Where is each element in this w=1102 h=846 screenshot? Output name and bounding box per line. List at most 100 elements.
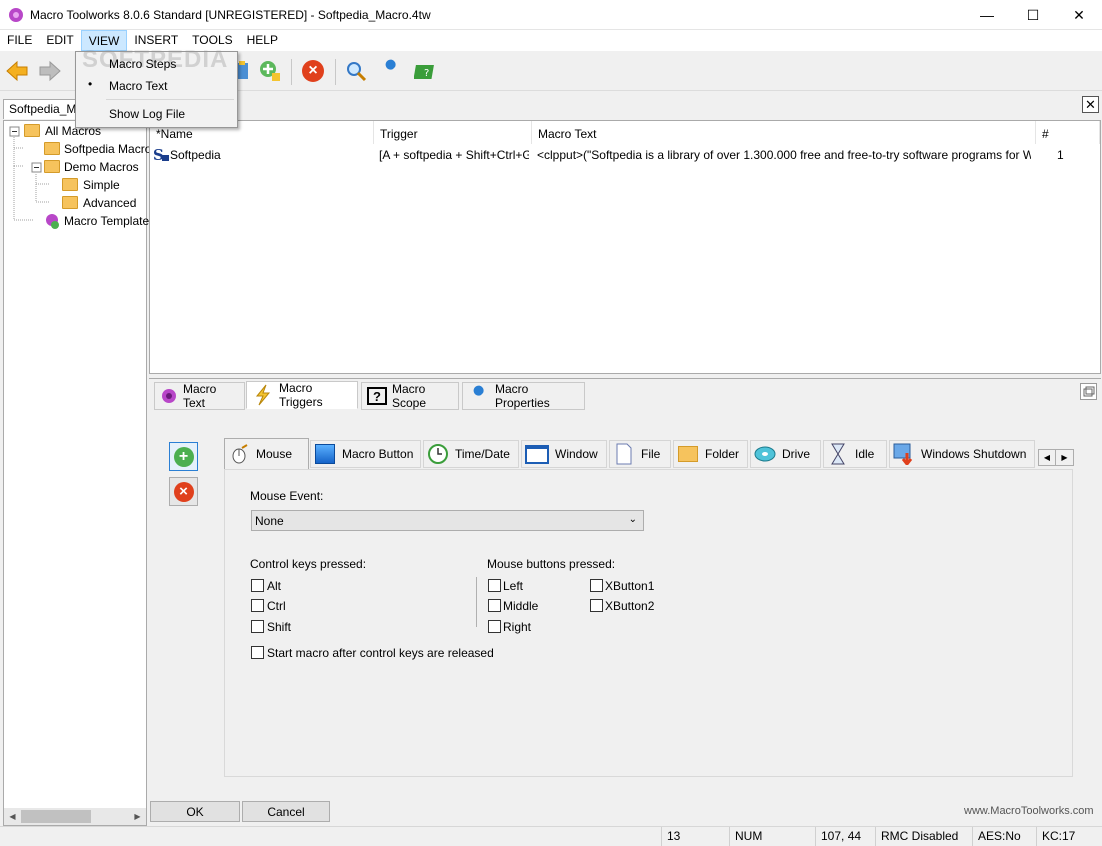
tree-item-softpedia-macros[interactable]: Softpedia Macros: [64, 142, 157, 156]
menu-file[interactable]: FILE: [0, 30, 39, 51]
templates-icon: [44, 213, 60, 229]
column-header-count[interactable]: #: [1036, 121, 1100, 144]
right-button-checkbox[interactable]: [488, 620, 501, 633]
cell-count[interactable]: 1: [1057, 148, 1077, 162]
close-pane-button[interactable]: ✕: [1082, 96, 1099, 113]
shift-label: Shift: [267, 620, 292, 634]
start-after-release-label: Start macro after control keys are relea…: [267, 646, 494, 660]
xbutton1-checkbox[interactable]: [590, 579, 603, 592]
alt-checkbox[interactable]: [251, 579, 264, 592]
trigger-tab-windows-shutdown[interactable]: Windows Shutdown: [889, 440, 1035, 468]
delete-icon[interactable]: ×: [299, 57, 327, 85]
mouse-event-label: Mouse Event:: [250, 489, 324, 503]
macro-list: *Name Trigger Macro Text # S Softpedia […: [149, 120, 1101, 374]
back-arrow-icon[interactable]: [3, 57, 31, 85]
tab-macro-scope[interactable]: ? Macro Scope: [361, 382, 459, 410]
file-icon: [613, 443, 635, 465]
column-header-macro-text[interactable]: Macro Text: [532, 121, 1036, 144]
softpedia-s-icon: S: [153, 146, 169, 164]
cell-name[interactable]: Softpedia: [170, 148, 370, 162]
question-box-icon: ?: [366, 385, 388, 407]
status-rmc: RMC Disabled: [875, 827, 972, 846]
website-link[interactable]: www.MacroToolworks.com: [964, 805, 1094, 817]
trigger-tab-time-date[interactable]: Time/Date: [423, 440, 519, 468]
status-bar: 13 NUM 107, 44 RMC Disabled AES:No KC:17: [0, 826, 1102, 846]
tab-label: Drive: [782, 447, 811, 461]
menu-item-macro-text[interactable]: Macro Text: [109, 79, 167, 93]
tree-item-macro-templates[interactable]: Macro Templates: [64, 214, 155, 228]
status-kc: KC:17: [1036, 827, 1102, 846]
cancel-button[interactable]: Cancel: [242, 801, 330, 822]
hourglass-icon: [827, 443, 849, 465]
divider: [476, 577, 477, 627]
file-tab[interactable]: Softpedia_Macro.4tw: [3, 99, 83, 119]
menu-help[interactable]: HELP: [240, 30, 285, 51]
tab-label: Macro Button: [342, 447, 414, 461]
trigger-tab-file[interactable]: File: [609, 440, 671, 468]
menu-edit[interactable]: EDIT: [39, 30, 80, 51]
alt-label: Alt: [267, 579, 282, 593]
macro-details-pane: Macro Text Macro Triggers ? Macro Scope …: [149, 378, 1101, 826]
mouse-trigger-form: Mouse Event: None ⌄ Control keys pressed…: [224, 469, 1073, 777]
status-aes: AES:No: [972, 827, 1036, 846]
tab-macro-properties[interactable]: Macro Properties: [462, 382, 585, 410]
tab-scroll-arrows[interactable]: ◀ ▶: [1038, 449, 1074, 466]
ctrl-label: Ctrl: [267, 599, 286, 613]
disc-icon: [754, 443, 776, 465]
chevron-down-icon: ⌄: [628, 514, 637, 525]
maximize-button[interactable]: ☐: [1010, 0, 1056, 30]
ok-button[interactable]: OK: [150, 801, 240, 822]
menu-item-show-log-file[interactable]: Show Log File: [109, 107, 185, 121]
help-book-icon[interactable]: ?: [412, 57, 440, 85]
cell-macro-text[interactable]: <clpput>("Softpedia is a library of over…: [537, 148, 1031, 162]
tab-label: File: [641, 447, 661, 461]
right-arrow-icon[interactable]: ▶: [1056, 450, 1073, 465]
trigger-tab-macro-button[interactable]: Macro Button: [310, 440, 421, 468]
tree-item-advanced[interactable]: Advanced: [83, 196, 136, 210]
xbutton2-checkbox[interactable]: [590, 599, 603, 612]
toolbar-separator: [335, 59, 336, 85]
minimize-button[interactable]: —: [964, 0, 1010, 30]
tab-macro-triggers[interactable]: Macro Triggers: [246, 381, 358, 409]
tab-label: Macro Text: [183, 382, 217, 410]
remove-trigger-button[interactable]: ×: [169, 477, 198, 506]
mouse-icon: [228, 443, 250, 465]
svg-text:?: ?: [424, 68, 429, 79]
wrench-icon[interactable]: [377, 57, 405, 85]
mouse-event-select[interactable]: None ⌄: [251, 510, 644, 531]
title-bar: Macro Toolworks 8.0.6 Standard [UNREGIST…: [0, 0, 1102, 30]
forward-arrow-icon[interactable]: [36, 57, 64, 85]
search-icon[interactable]: [342, 57, 370, 85]
add-trigger-button[interactable]: +: [169, 442, 198, 471]
middle-button-label: Middle: [503, 599, 539, 613]
trigger-tab-folder[interactable]: Folder: [673, 440, 748, 468]
menu-item-macro-steps[interactable]: Macro Steps: [109, 57, 176, 71]
start-after-release-checkbox[interactable]: [251, 646, 264, 659]
add-macro-icon[interactable]: [256, 57, 284, 85]
right-button-label: Right: [503, 620, 532, 634]
trigger-tab-window[interactable]: Window: [521, 440, 607, 468]
toolbar-separator: [291, 59, 292, 85]
trigger-tab-idle[interactable]: Idle: [823, 440, 887, 468]
restore-pane-icon[interactable]: [1080, 383, 1097, 400]
tab-macro-text[interactable]: Macro Text: [154, 382, 245, 410]
trigger-tab-mouse[interactable]: Mouse: [224, 438, 309, 469]
wrench-icon: [467, 385, 491, 407]
folder-icon: [24, 124, 40, 137]
column-header-trigger[interactable]: Trigger: [374, 121, 532, 144]
shift-checkbox[interactable]: [251, 620, 264, 633]
left-button-checkbox[interactable]: [488, 579, 501, 592]
trigger-tab-drive[interactable]: Drive: [750, 440, 821, 468]
app-icon: [8, 7, 24, 23]
cell-trigger[interactable]: [A + softpedia + Shift+Ctrl+G ...: [379, 148, 529, 162]
tree-item-demo-macros[interactable]: Demo Macros: [64, 160, 139, 174]
tab-label: Idle: [855, 447, 875, 461]
middle-button-checkbox[interactable]: [488, 599, 501, 612]
menu-separator: [106, 99, 234, 100]
tree-horizontal-scrollbar[interactable]: ◀ ▶: [4, 808, 146, 825]
tree-item-simple[interactable]: Simple: [83, 178, 120, 192]
close-window-button[interactable]: ✕: [1056, 0, 1102, 30]
ctrl-checkbox[interactable]: [251, 599, 264, 612]
left-arrow-icon[interactable]: ◀: [1039, 450, 1056, 465]
status-coords: 107, 44: [815, 827, 875, 846]
